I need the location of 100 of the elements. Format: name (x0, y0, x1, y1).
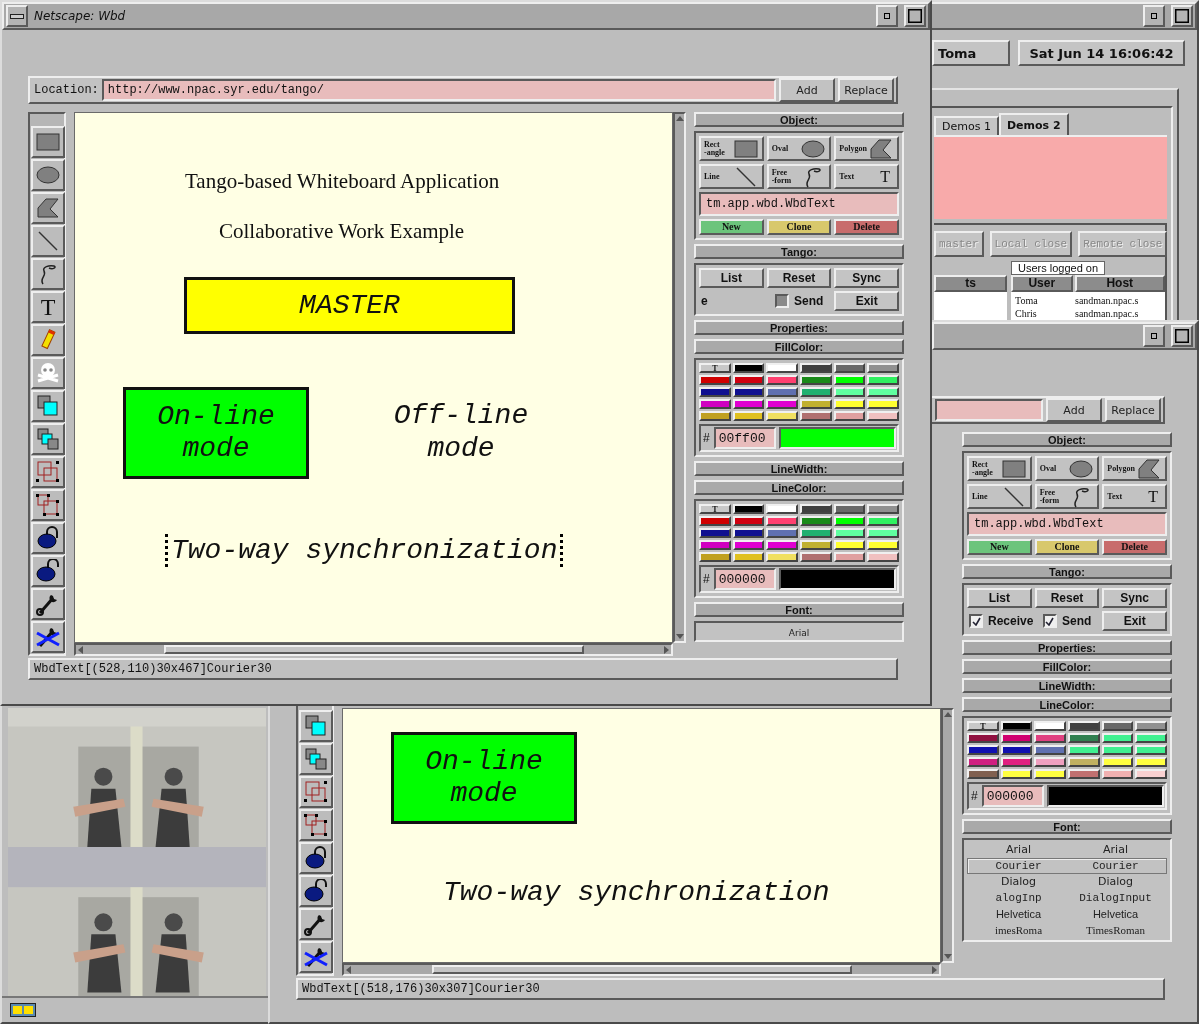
color-swatch[interactable] (1068, 769, 1100, 779)
unlock-tool-button[interactable] (31, 555, 65, 587)
location-button[interactable]: Add (1046, 398, 1102, 422)
color-swatch[interactable] (732, 504, 765, 514)
send-back-tool-button[interactable] (299, 743, 333, 775)
color-swatch[interactable] (1000, 757, 1033, 767)
color-swatch[interactable] (766, 552, 798, 562)
right-arrow-icon[interactable] (930, 965, 939, 974)
wrench-cross-tool-button[interactable] (31, 621, 65, 653)
color-swatch[interactable] (766, 387, 798, 397)
action-button[interactable]: New (967, 539, 1032, 555)
exit-button[interactable]: Exit (834, 291, 899, 311)
color-swatch[interactable] (699, 552, 731, 562)
color-swatch[interactable] (833, 552, 866, 562)
color-swatch[interactable] (1034, 721, 1066, 731)
color-swatch[interactable] (732, 375, 765, 385)
color-swatch[interactable] (1135, 745, 1167, 755)
font-list-item[interactable]: alogInp DialogInput (967, 890, 1167, 906)
ungroup-tool-button[interactable] (299, 809, 333, 841)
line-shape-button[interactable]: Line (967, 484, 1032, 509)
color-swatch[interactable] (967, 733, 999, 743)
minimize-button[interactable] (1143, 5, 1165, 27)
line-tool-button[interactable] (31, 225, 65, 257)
text-shape-button[interactable]: Text T (1102, 484, 1167, 509)
color-swatch[interactable] (1101, 745, 1134, 755)
title-bar[interactable] (932, 322, 1197, 350)
action-button[interactable]: Clone (1034, 539, 1100, 555)
font-list-item[interactable]: imesRoma TimesRoman (967, 922, 1167, 938)
hex-field[interactable]: 00ff00 (713, 427, 776, 449)
color-swatch[interactable] (1135, 757, 1167, 767)
polygon-tool-button[interactable] (31, 192, 65, 224)
color-swatch[interactable] (1068, 757, 1100, 767)
color-swatch[interactable] (800, 540, 832, 550)
action-button[interactable]: New (699, 219, 764, 235)
color-swatch[interactable] (833, 375, 866, 385)
wrench-cross-tool-button[interactable] (299, 941, 333, 973)
color-swatch[interactable] (967, 745, 999, 755)
color-swatch[interactable] (1101, 721, 1134, 731)
polygon-shape-button[interactable]: Polygon (834, 136, 899, 161)
color-swatch[interactable] (833, 516, 866, 526)
color-swatch[interactable] (732, 528, 765, 538)
color-swatch[interactable] (1135, 721, 1167, 731)
freeform-shape-button[interactable]: Free -form (766, 164, 832, 189)
hex-field[interactable]: 000000 (981, 785, 1044, 807)
maximize-button[interactable] (1171, 325, 1193, 347)
freeform-tool-button[interactable] (31, 258, 65, 290)
checkbox[interactable] (1043, 614, 1057, 628)
color-swatch[interactable] (1101, 769, 1134, 779)
wrench-tool-button[interactable] (31, 588, 65, 620)
color-swatch[interactable] (1000, 721, 1033, 731)
bring-front-tool-button[interactable] (299, 710, 333, 742)
color-swatch[interactable] (732, 552, 765, 562)
color-swatch[interactable] (833, 504, 866, 514)
section-header[interactable]: Properties: (694, 320, 904, 335)
color-swatch[interactable] (699, 528, 731, 538)
location-button[interactable]: Replace (1105, 398, 1161, 422)
oval-shape-button[interactable]: Oval (766, 136, 832, 161)
horizontal-scrollbar[interactable] (342, 963, 941, 976)
color-swatch[interactable] (766, 540, 798, 550)
section-header[interactable]: Font: (694, 602, 904, 617)
section-header[interactable]: LineWidth: (962, 678, 1172, 693)
title-bar[interactable] (930, 2, 1197, 30)
color-swatch[interactable] (800, 375, 832, 385)
bring-front-tool-button[interactable] (31, 390, 65, 422)
maximize-button[interactable] (1171, 5, 1193, 27)
color-swatch[interactable] (867, 504, 899, 514)
column-header[interactable]: ts (934, 275, 1007, 292)
color-swatch[interactable] (699, 375, 731, 385)
color-swatch[interactable] (967, 769, 999, 779)
rectangle-tool-button[interactable] (31, 126, 65, 158)
color-swatch[interactable] (1135, 733, 1167, 743)
tango-button[interactable]: Sync (834, 268, 899, 288)
color-swatch[interactable] (732, 363, 765, 373)
color-swatch[interactable] (800, 387, 832, 397)
color-swatch[interactable] (732, 387, 765, 397)
section-header[interactable]: Tango: (694, 244, 904, 259)
location-field[interactable]: http://www.npac.syr.edu/tango/ (101, 79, 776, 101)
color-swatch[interactable] (867, 399, 899, 409)
font-list-item[interactable]: Arial Arial (967, 842, 1167, 858)
polygon-shape-button[interactable]: Polygon (1102, 456, 1167, 481)
color-swatch[interactable] (766, 375, 798, 385)
rectangle-shape-button[interactable]: Rect -angle (967, 456, 1032, 481)
color-swatch[interactable] (1034, 757, 1066, 767)
oval-shape-button[interactable]: Oval (1034, 456, 1100, 481)
exit-button[interactable]: Exit (1102, 611, 1167, 631)
horizontal-scrollbar[interactable] (74, 643, 673, 656)
font-list-item[interactable]: Helvetica Helvetica (967, 906, 1167, 922)
color-swatch[interactable] (766, 504, 798, 514)
color-swatch[interactable] (766, 399, 798, 409)
wrench-tool-button[interactable] (299, 908, 333, 940)
minimize-button[interactable] (876, 5, 898, 27)
color-swatch[interactable] (800, 411, 832, 421)
font-list-item[interactable]: Dialog Dialog (967, 874, 1167, 890)
color-swatch[interactable] (867, 528, 899, 538)
color-swatch[interactable] (833, 540, 866, 550)
up-arrow-icon[interactable] (943, 710, 952, 719)
section-header[interactable]: LineColor: (962, 697, 1172, 712)
color-swatch[interactable] (833, 528, 866, 538)
tab[interactable]: Demos 1 (934, 116, 999, 135)
color-swatch[interactable] (732, 399, 765, 409)
